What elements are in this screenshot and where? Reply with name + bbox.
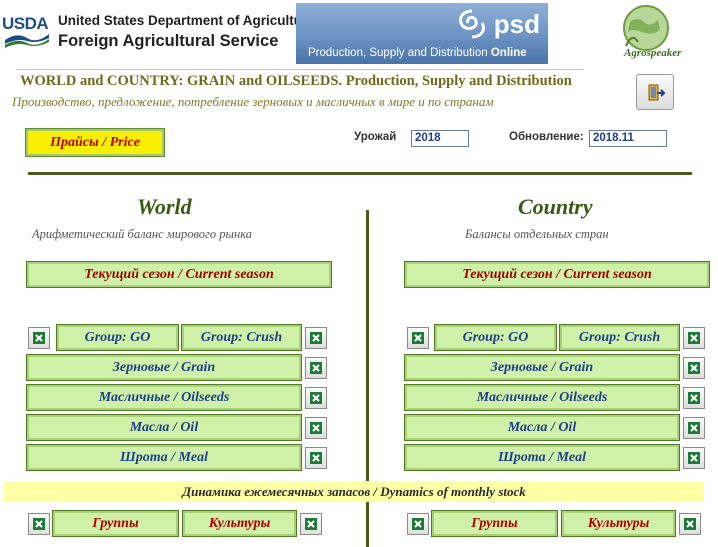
- world-oilseeds-button[interactable]: Масличные / Oilseeds: [26, 384, 302, 411]
- update-label: Обновление:: [509, 131, 584, 143]
- world-excel-oil-button[interactable]: [305, 417, 327, 439]
- country-excel-groups-button[interactable]: [407, 513, 429, 535]
- country-oil-button[interactable]: Масла / Oil: [404, 414, 680, 441]
- psd-caption-text: Production, Supply and Distribution: [308, 47, 488, 59]
- world-excel-grain-button[interactable]: [305, 357, 327, 379]
- world-subheading: Арифметический баланс мирового рынка: [32, 227, 252, 241]
- country-group-crush-button[interactable]: Group: Crush: [559, 324, 680, 351]
- psd-banner: psd Production, Supply and Distribution …: [296, 3, 548, 64]
- excel-icon: [310, 392, 322, 404]
- monthly-stock-dynamics-banner: Динамика ежемесячных запасов / Dynamics …: [4, 481, 704, 502]
- usda-wordmark: USDA: [2, 14, 49, 33]
- country-current-season-button[interactable]: Текущий сезон / Current season: [404, 261, 710, 288]
- country-crops-button[interactable]: Культуры: [561, 510, 676, 537]
- country-excel-grain-button[interactable]: [683, 357, 705, 379]
- world-excel-groups-button[interactable]: [28, 513, 50, 535]
- psd-swirl-icon: [458, 9, 486, 39]
- world-heading: World: [137, 194, 192, 219]
- world-group-crush-button[interactable]: Group: Crush: [181, 324, 302, 351]
- country-group-go-button[interactable]: Group: GO: [434, 324, 557, 351]
- world-groups-button[interactable]: Группы: [52, 510, 179, 537]
- page-title-english: WORLD and COUNTRY: GRAIN and OILSEEDS. P…: [20, 73, 572, 89]
- usda-department-name: United States Department of Agriculture: [58, 13, 315, 28]
- world-excel-crops-button[interactable]: [300, 513, 322, 535]
- world-excel-meal-button[interactable]: [305, 447, 327, 469]
- exit-door-icon: [648, 84, 666, 101]
- psd-caption: Production, Supply and Distribution Onli…: [308, 47, 527, 59]
- excel-icon: [310, 422, 322, 434]
- psd-caption-online: Online: [490, 47, 527, 59]
- exit-button[interactable]: [636, 74, 674, 110]
- world-current-season-button[interactable]: Текущий сезон / Current season: [26, 261, 332, 288]
- psd-wordmark: psd: [493, 9, 540, 39]
- excel-icon: [684, 518, 696, 530]
- country-excel-meal-button[interactable]: [683, 447, 705, 469]
- country-grain-button[interactable]: Зерновые / Grain: [404, 354, 680, 381]
- country-excel-group-crush-button[interactable]: [683, 327, 705, 349]
- world-grain-button[interactable]: Зерновые / Grain: [26, 354, 302, 381]
- country-subheading: Балансы отдельных стран: [465, 227, 609, 241]
- harvest-year-field[interactable]: 2018: [411, 130, 469, 147]
- country-meal-button[interactable]: Шрота / Meal: [404, 444, 680, 471]
- excel-icon: [310, 452, 322, 464]
- update-version-field[interactable]: 2018.11: [589, 130, 667, 147]
- excel-icon: [412, 332, 424, 344]
- price-button[interactable]: Прайсы / Price: [25, 128, 165, 157]
- agrospeaker-label: Agrospeaker: [624, 47, 682, 59]
- harvest-label: Урожай: [354, 131, 397, 143]
- excel-icon: [688, 452, 700, 464]
- excel-icon: [310, 332, 322, 344]
- section-divider: [28, 172, 692, 175]
- usda-service-name: Foreign Agricultural Service: [58, 32, 279, 50]
- excel-icon: [688, 392, 700, 404]
- country-excel-group-go-button[interactable]: [407, 327, 429, 349]
- country-excel-oilseeds-button[interactable]: [683, 387, 705, 409]
- country-excel-crops-button[interactable]: [679, 513, 701, 535]
- country-groups-button[interactable]: Группы: [431, 510, 558, 537]
- world-crops-button[interactable]: Культуры: [182, 510, 297, 537]
- title-divider: [16, 69, 584, 70]
- country-oilseeds-button[interactable]: Масличные / Oilseeds: [404, 384, 680, 411]
- excel-icon: [688, 332, 700, 344]
- country-excel-oil-button[interactable]: [683, 417, 705, 439]
- excel-icon: [688, 362, 700, 374]
- world-meal-button[interactable]: Шрота / Meal: [26, 444, 302, 471]
- country-heading: Country: [518, 194, 593, 219]
- world-excel-group-crush-button[interactable]: [305, 327, 327, 349]
- page-title-russian: Производство, предложение, потребление з…: [12, 94, 494, 109]
- world-excel-group-go-button[interactable]: [28, 327, 50, 349]
- excel-icon: [310, 362, 322, 374]
- excel-icon: [688, 422, 700, 434]
- world-oil-button[interactable]: Масла / Oil: [26, 414, 302, 441]
- excel-icon: [412, 518, 424, 530]
- excel-icon: [33, 518, 45, 530]
- excel-icon: [33, 332, 45, 344]
- world-group-go-button[interactable]: Group: GO: [56, 324, 179, 351]
- excel-icon: [305, 518, 317, 530]
- world-excel-oilseeds-button[interactable]: [305, 387, 327, 409]
